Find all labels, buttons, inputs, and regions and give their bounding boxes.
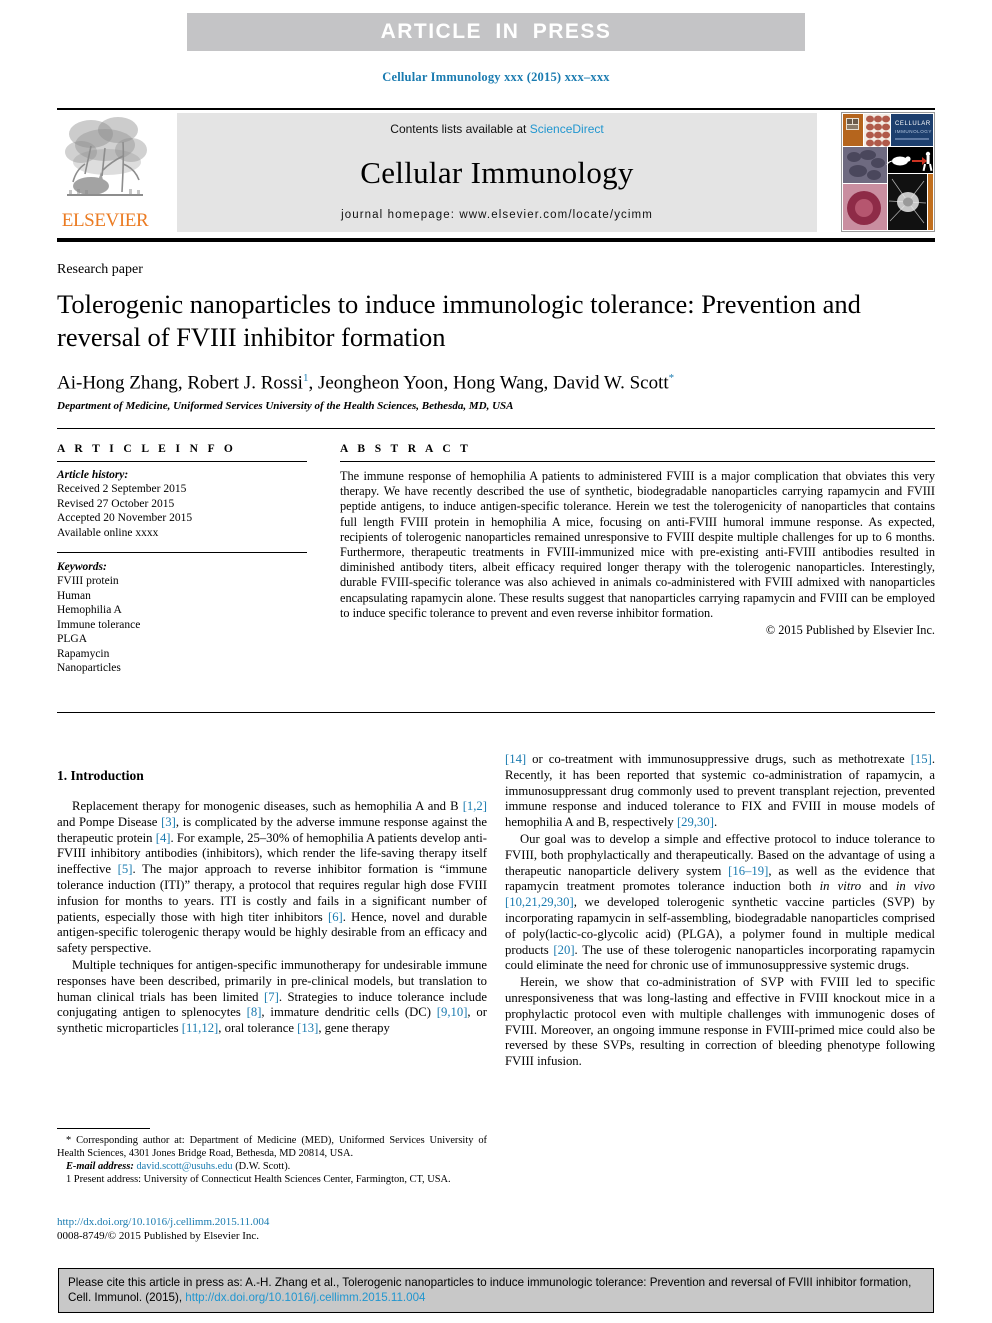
citation-ref[interactable]: [13] <box>297 1021 318 1035</box>
italic-term: in vitro <box>819 879 862 894</box>
citation-ref[interactable]: [6] <box>328 910 343 924</box>
abstract-heading: A B S T R A C T <box>340 443 472 455</box>
citation-ref[interactable]: [15] <box>911 752 932 766</box>
journal-homepage-line[interactable]: journal homepage: www.elsevier.com/locat… <box>341 209 653 221</box>
citation-ref[interactable]: [1,2] <box>463 799 487 813</box>
corresponding-author-marker[interactable]: * <box>669 372 675 384</box>
section-heading-introduction: 1. Introduction <box>57 768 144 783</box>
abstract-copyright: © 2015 Published by Elsevier Inc. <box>765 623 935 638</box>
keyword-item: Immune tolerance <box>57 618 141 631</box>
citation-ref[interactable]: [11,12] <box>182 1021 219 1035</box>
citation-ref[interactable]: [20] <box>553 943 574 957</box>
author-affiliation: Department of Medicine, Uniformed Servic… <box>57 400 514 412</box>
please-cite-doi-link[interactable]: http://dx.doi.org/10.1016/j.cellimm.2015… <box>185 1291 425 1304</box>
issn-copyright: 0008-8749/© 2015 Published by Elsevier I… <box>57 1229 260 1242</box>
article-in-press-banner: ARTICLE IN PRESS <box>187 13 805 51</box>
svg-text:CELLULAR: CELLULAR <box>895 121 931 127</box>
body-column-right: [14] or co-treatment with immunosuppress… <box>505 752 935 1071</box>
keywords-label: Keywords: <box>57 561 107 573</box>
keyword-item: Rapamycin <box>57 647 110 660</box>
info-band-bottom-rule <box>57 712 935 713</box>
citation-ref[interactable]: [16–19] <box>728 864 768 878</box>
keywords-divider <box>57 552 307 553</box>
doi-link[interactable]: http://dx.doi.org/10.1016/j.cellimm.2015… <box>57 1216 487 1230</box>
elsevier-wordmark: ELSEVIER <box>61 210 149 231</box>
abstract-column: A B S T R A C T The immune response of h… <box>340 443 935 638</box>
masthead-bottom-rule <box>57 238 935 242</box>
cover-collage-icon: CELLULAR IMMUNOLOGY <box>842 113 934 231</box>
email-owner: (D.W. Scott). <box>235 1161 291 1172</box>
body-column-left: 1. Introduction Replacement therapy for … <box>57 768 487 1038</box>
citation-ref[interactable]: [14] <box>505 752 526 766</box>
journal-title: Cellular Immunology <box>360 154 634 190</box>
journal-reference-line: Cellular Immunology xxx (2015) xxx–xxx <box>382 70 610 84</box>
abstract-divider <box>340 461 935 462</box>
doi-block: http://dx.doi.org/10.1016/j.cellimm.2015… <box>57 1216 487 1243</box>
please-cite-box: Please cite this article in press as: A.… <box>58 1268 934 1313</box>
keyword-item: Hemophilia A <box>57 604 122 616</box>
journal-band: Contents lists available at ScienceDirec… <box>177 113 817 232</box>
article-info-divider <box>57 461 307 462</box>
article-info-heading: A R T I C L E I N F O <box>57 443 237 455</box>
article-kind-label: Research paper <box>57 262 143 277</box>
paragraph: Replacement therapy for monogenic diseas… <box>57 799 488 956</box>
authors-part-1: Ai-Hong Zhang, Robert J. Rossi <box>57 372 303 394</box>
present-address-note: 1 Present address: University of Connect… <box>66 1174 451 1185</box>
author-list: Ai-Hong Zhang, Robert J. Rossi1, Jeonghe… <box>57 372 887 394</box>
paragraph: Multiple techniques for antigen-specific… <box>57 957 487 1036</box>
article-history-label: Article history: <box>57 469 129 481</box>
citation-ref[interactable]: [5] <box>118 862 133 876</box>
email-note: E-mail address: david.scott@usuhs.edu (D… <box>57 1160 487 1173</box>
citation-ref[interactable]: [4] <box>156 831 171 845</box>
article-page: ARTICLE IN PRESS Cellular Immunology xxx… <box>0 0 992 1323</box>
contents-available-line: Contents lists available at ScienceDirec… <box>390 122 603 136</box>
elsevier-tree-icon <box>65 117 147 196</box>
paragraph: Herein, we show that co-administration o… <box>505 975 935 1069</box>
paragraph: Our goal was to develop a simple and eff… <box>505 831 936 973</box>
email-link[interactable]: david.scott@usuhs.edu <box>136 1161 232 1172</box>
citation-ref[interactable]: [10,21,29,30] <box>505 895 574 909</box>
footnote-rule <box>57 1128 150 1129</box>
history-accepted: Accepted 20 November 2015 <box>57 512 193 524</box>
history-available-online: Available online xxxx <box>57 526 159 539</box>
elsevier-logo: ELSEVIER <box>57 112 153 232</box>
sciencedirect-link[interactable]: ScienceDirect <box>530 122 604 136</box>
journal-masthead: ELSEVIER Contents lists available at Sci… <box>57 110 935 235</box>
italic-term: in vivo <box>895 879 935 894</box>
authors-part-2: , Jeongheon Yoon, Hong Wang, David W. Sc… <box>308 372 669 394</box>
history-revised: Revised 27 October 2015 <box>57 497 175 510</box>
paragraph: [14] or co-treatment with immunosuppress… <box>505 752 935 830</box>
page-title: Tolerogenic nanoparticles to induce immu… <box>57 289 861 352</box>
info-band-top-rule <box>57 428 935 429</box>
article-in-press-label: ARTICLE IN PRESS <box>380 20 612 43</box>
corresponding-author-note: * Corresponding author at: Department of… <box>57 1135 487 1159</box>
article-info-column: A R T I C L E I N F O Article history: R… <box>57 443 307 676</box>
keyword-item: FVIII protein <box>57 575 119 587</box>
keyword-item: Nanoparticles <box>57 662 121 674</box>
keyword-item: PLGA <box>57 633 88 645</box>
history-received: Received 2 September 2015 <box>57 483 187 495</box>
citation-ref[interactable]: [7] <box>264 990 279 1004</box>
citation-ref[interactable]: [9,10] <box>437 1005 468 1019</box>
contents-prefix: Contents lists available at <box>390 122 530 136</box>
email-label: E-mail address: <box>66 1161 134 1172</box>
citation-ref[interactable]: [29,30] <box>677 815 714 829</box>
abstract-text: The immune response of hemophilia A pati… <box>340 469 935 620</box>
citation-ref[interactable]: [8] <box>247 1005 262 1019</box>
keyword-item: Human <box>57 589 91 602</box>
citation-ref[interactable]: [3] <box>161 815 176 829</box>
journal-cover-thumbnail: CELLULAR IMMUNOLOGY <box>841 112 935 232</box>
svg-text:IMMUNOLOGY: IMMUNOLOGY <box>895 129 932 134</box>
footnote-block: * Corresponding author at: Department of… <box>57 1134 487 1186</box>
